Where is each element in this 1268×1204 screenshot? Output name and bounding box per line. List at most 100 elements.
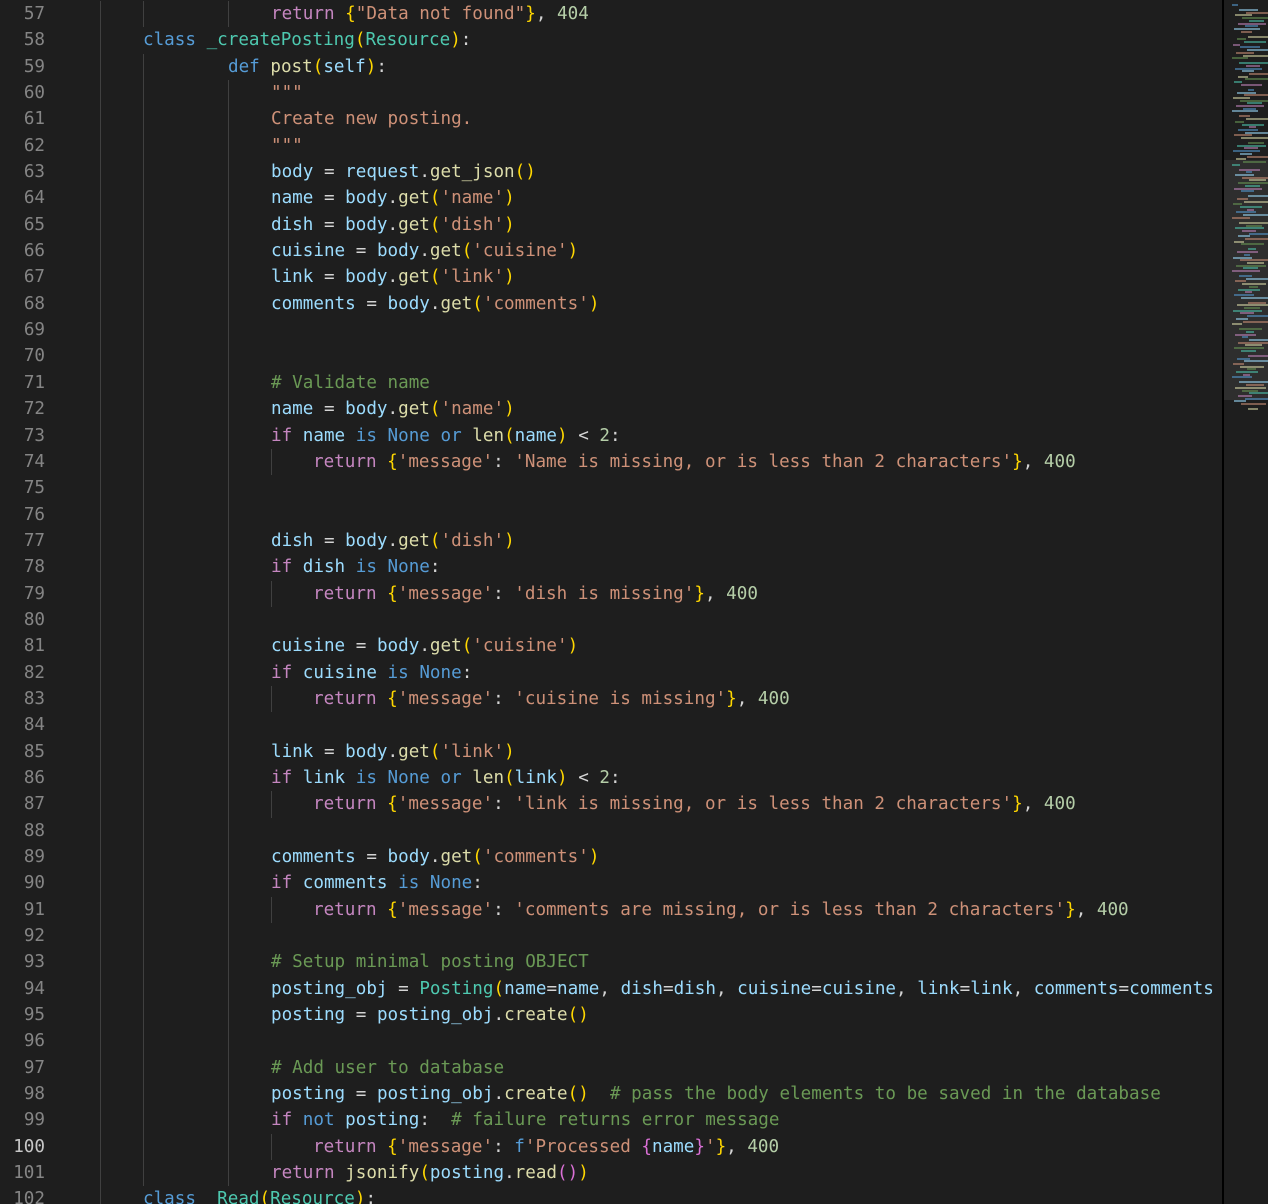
code-line[interactable]: 90 if comments is None: xyxy=(0,870,1222,897)
code-line[interactable]: 65 dish = body.get('dish') xyxy=(0,211,1222,239)
line-text: return {'message': 'cuisine is missing'}… xyxy=(313,686,790,712)
line-number: 73 xyxy=(23,425,45,446)
indent-guide xyxy=(100,896,101,924)
indent-guide xyxy=(100,343,101,370)
code-line[interactable]: 69 xyxy=(0,317,1222,344)
minimap-row xyxy=(1240,99,1268,102)
code-line[interactable]: 87 return {'message': 'link is missing, o… xyxy=(0,791,1222,818)
code-line[interactable]: 61 Create new posting. xyxy=(0,106,1222,133)
code-line[interactable]: 81 cuisine = body.get('cuisine') xyxy=(0,633,1222,660)
code-token: return xyxy=(313,794,388,815)
code-line[interactable]: 70 xyxy=(0,343,1222,370)
indent-guide xyxy=(100,211,101,239)
code-line[interactable]: 97 # Add user to database xyxy=(0,1054,1222,1082)
code-line[interactable]: 88 xyxy=(0,817,1222,844)
code-line[interactable]: 73 if name is None or len(name) < 2: xyxy=(0,422,1222,449)
minimap-row xyxy=(1244,253,1250,256)
code-line[interactable]: 76 xyxy=(0,501,1222,528)
minimap-row xyxy=(1248,195,1268,198)
code-line[interactable]: 74 return {'message': 'Name is missing, o… xyxy=(0,448,1222,476)
code-token: ) xyxy=(504,399,515,420)
code-token: 'link' xyxy=(440,267,505,288)
code-line[interactable]: 72 name = body.get('name') xyxy=(0,396,1222,423)
code-line[interactable]: 62 """ xyxy=(0,132,1222,160)
code-area[interactable]: 57 return {"Data not found"}, 404 58 class … xyxy=(0,1,1222,1204)
minimap-row xyxy=(1232,57,1248,60)
code-token: , xyxy=(599,978,621,999)
minimap-row xyxy=(1243,267,1258,270)
code-line[interactable]: 85 link = body.get('link') xyxy=(0,738,1222,765)
code-token: return xyxy=(313,688,388,709)
code-editor[interactable]: 57 return {"Data not found"}, 404 58 class … xyxy=(0,0,1268,1204)
code-token: ) xyxy=(504,741,515,762)
indent-guide xyxy=(228,896,229,924)
code-line[interactable]: 100 return {'message': f'Processed {name}… xyxy=(0,1133,1222,1161)
minimap[interactable] xyxy=(1224,0,1268,1204)
minimap-row xyxy=(1248,88,1254,91)
code-token: get xyxy=(398,188,430,209)
code-line[interactable]: 59 def post(self): xyxy=(0,53,1222,81)
code-token: : xyxy=(493,451,515,472)
code-line[interactable]: 68 comments = body.get('comments') xyxy=(0,290,1222,318)
code-line[interactable]: 99 if not posting: # failure returns erro… xyxy=(0,1107,1222,1134)
code-line[interactable]: 64 name = body.get('name') xyxy=(0,185,1222,212)
code-line[interactable]: 83 return {'message': 'cuisine is missing… xyxy=(0,685,1222,713)
code-token: : xyxy=(461,662,473,683)
code-line[interactable]: 89 comments = body.get('comments') xyxy=(0,844,1222,871)
indent-guide xyxy=(228,975,229,1003)
minimap-row xyxy=(1241,403,1266,405)
code-token: ) xyxy=(588,293,600,314)
minimap-row xyxy=(1246,330,1254,333)
code-line[interactable]: 57 return {"Data not found"}, 404 xyxy=(0,1,1222,28)
code-token: = xyxy=(345,241,377,262)
code-line[interactable]: 98 posting = posting_obj.create() # pass … xyxy=(0,1081,1222,1108)
code-line[interactable]: 95 posting = posting_obj.create() xyxy=(0,1002,1222,1029)
code-line[interactable]: 63 body = request.get_json() xyxy=(0,159,1222,186)
code-line[interactable]: 96 xyxy=(0,1028,1222,1055)
code-line[interactable]: 78 if dish is None: xyxy=(0,554,1222,581)
code-line[interactable]: 66 cuisine = body.get('cuisine') xyxy=(0,238,1222,265)
code-line[interactable]: 60 """ xyxy=(0,80,1222,107)
code-token: 'Processed xyxy=(524,1136,642,1157)
indent-guide xyxy=(100,132,101,160)
code-line[interactable]: 84 xyxy=(0,712,1222,739)
indent-guide xyxy=(143,290,144,318)
code-line[interactable]: 82 if cuisine is None: xyxy=(0,659,1222,686)
code-line[interactable]: 58 class _createPosting(Resource): xyxy=(0,27,1222,54)
code-line[interactable]: 92 xyxy=(0,923,1222,950)
code-line[interactable]: 67 link = body.get('link') xyxy=(0,264,1222,291)
code-token: 2 xyxy=(599,425,610,446)
code-line[interactable]: 102 class _Read(Resource): xyxy=(0,1186,1222,1204)
code-token: , xyxy=(1022,451,1044,472)
code-line[interactable]: 80 xyxy=(0,606,1222,634)
indent-guide xyxy=(100,554,101,581)
indent-guide xyxy=(228,1054,229,1082)
indent-guide xyxy=(143,396,144,423)
indent-guide xyxy=(100,712,101,739)
code-line[interactable]: 93 # Setup minimal posting OBJECT xyxy=(0,949,1222,976)
code-line[interactable]: 94 posting_obj = Posting(name=name, dish=… xyxy=(0,975,1222,1003)
code-line[interactable]: 71 # Validate name xyxy=(0,369,1222,397)
code-line[interactable]: 77 dish = body.get('dish') xyxy=(0,527,1222,555)
code-token: if xyxy=(271,662,303,683)
line-text: dish = body.get('dish') xyxy=(271,212,515,238)
code-line[interactable]: 86 if link is None or len(link) < 2: xyxy=(0,764,1222,792)
code-line[interactable]: 75 xyxy=(0,475,1222,502)
indent-guide xyxy=(100,791,101,818)
minimap-row xyxy=(1238,288,1260,291)
code-token: body xyxy=(345,188,388,209)
line-number: 89 xyxy=(23,847,45,867)
line-text: # Setup minimal posting OBJECT xyxy=(271,949,589,975)
code-token: posting xyxy=(345,1110,420,1131)
code-token: ( xyxy=(259,1189,271,1204)
indent-guide xyxy=(271,1133,272,1161)
code-line[interactable]: 101 return jsonify(posting.read()) xyxy=(0,1160,1222,1187)
indent-guide xyxy=(100,1186,101,1204)
line-text: dish = body.get('dish') xyxy=(271,528,515,554)
indent-guide xyxy=(100,1160,101,1187)
minimap-row xyxy=(1247,315,1268,318)
minimap-row xyxy=(1246,384,1264,387)
code-line[interactable]: 91 return {'message': 'comments are missi… xyxy=(0,896,1222,924)
code-token: : xyxy=(493,899,515,920)
code-line[interactable]: 79 return {'message': 'dish is missing'},… xyxy=(0,580,1222,607)
